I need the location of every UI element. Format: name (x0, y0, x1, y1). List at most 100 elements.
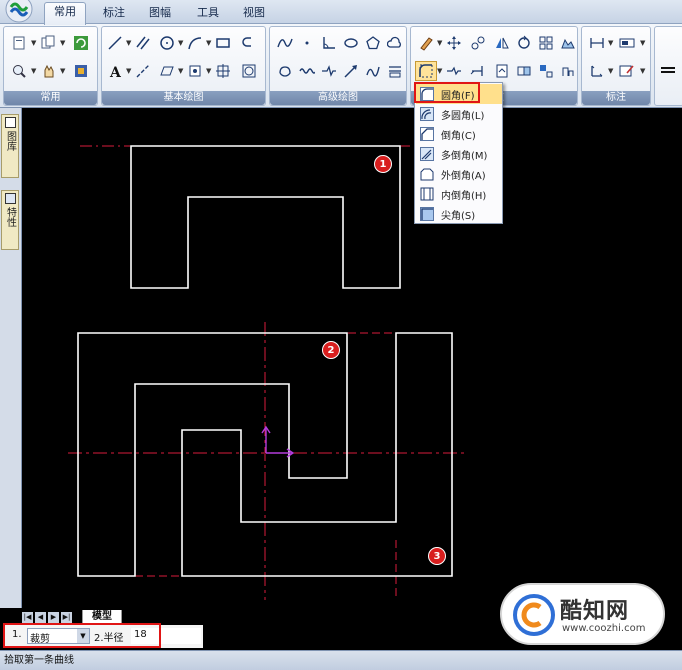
stretch-icon (517, 66, 531, 76)
dot-icon (305, 41, 309, 45)
copy-button[interactable] (467, 33, 489, 53)
align-button[interactable] (557, 61, 579, 81)
pentagon-button[interactable] (362, 33, 384, 53)
layer-button[interactable] (70, 61, 92, 81)
array-icon (539, 36, 553, 50)
extend-button[interactable] (467, 61, 489, 81)
tab-dimension[interactable]: 标注 (92, 4, 136, 24)
offset-curve-button[interactable] (238, 33, 260, 53)
parallel-button[interactable] (132, 33, 154, 53)
menu-item-outer-chamfer[interactable]: 外倒角(A) (416, 164, 502, 184)
edit-dim-button[interactable] (616, 61, 638, 81)
zoom-button[interactable] (8, 61, 30, 81)
coordinate-icon (591, 65, 603, 77)
scale-button[interactable] (557, 33, 579, 53)
library-icon (4, 117, 16, 128)
dimension-point-button[interactable] (184, 61, 206, 81)
point-tool-icon (189, 65, 201, 77)
double-line-button[interactable] (384, 61, 406, 81)
group-label-advanced-draw: 高级绘图 (270, 91, 406, 105)
menu-item-multi-chamfer[interactable]: 多倒角(M) (416, 144, 502, 164)
dimension-icon (590, 38, 604, 48)
crosshair-button[interactable] (212, 61, 234, 81)
offset-curve-icon (242, 37, 251, 47)
delete-button[interactable] (415, 33, 437, 53)
move-button[interactable] (443, 33, 465, 53)
crosshair-icon (216, 64, 230, 78)
circle-button[interactable] (156, 33, 178, 53)
side-tab-library[interactable]: 图库 (1, 114, 19, 178)
cloud-line-button[interactable] (384, 33, 406, 53)
point-button[interactable] (296, 33, 318, 53)
properties-icon (4, 193, 16, 204)
part-3-outline (181, 332, 453, 577)
side-tab-properties[interactable]: 特性 (1, 190, 19, 250)
angle-line-button[interactable] (318, 33, 340, 53)
sample-line-button[interactable] (362, 61, 384, 81)
group-label-common: 常用 (4, 91, 97, 105)
explode-button[interactable] (535, 61, 557, 81)
tab-frame[interactable]: 图幅 (138, 4, 182, 24)
prev-layout-icon[interactable]: ◀ (35, 612, 46, 623)
polygon-button[interactable] (238, 61, 260, 81)
app-logo-icon[interactable] (2, 0, 36, 24)
menu-item-outer-chamfer-label: 外倒角(A) (441, 170, 486, 182)
text-block-button[interactable] (616, 33, 638, 53)
trim-button[interactable] (443, 61, 465, 81)
ribbon-panel: ▼ ▼ ▼ ▼ 常用 ▼ ▼ ▼ A ▼ ▼ ▼ 基本绘图 高级绘图 ▼ ▼ ▼… (0, 24, 682, 108)
tab-view[interactable]: 视图 (232, 4, 276, 24)
layout-tab-model[interactable]: 模型 (82, 610, 122, 624)
arc-button[interactable] (184, 33, 206, 53)
group-label-annotate: 标注 (582, 91, 650, 105)
last-layout-icon[interactable]: ▶| (61, 612, 72, 623)
rectangle-icon (216, 38, 230, 48)
refresh-button[interactable] (70, 33, 92, 53)
menu-item-sharp-corner[interactable]: 尖角(S) (416, 204, 502, 224)
marker-2: 2 (322, 341, 340, 359)
fillet-dropdown-arrow[interactable]: ▼ (437, 67, 442, 75)
break-line-button[interactable] (318, 61, 340, 81)
spline-button[interactable] (274, 33, 296, 53)
copy-doc-button[interactable] (37, 33, 59, 53)
multi-fillet-icon (419, 106, 435, 122)
marker-1: 1 (374, 155, 392, 173)
text-button[interactable]: A (104, 61, 126, 81)
text-block-icon (619, 38, 635, 48)
polygon-icon (242, 64, 256, 78)
circle-icon (160, 36, 174, 50)
dimension-button[interactable] (586, 33, 608, 53)
pan-icon (44, 64, 54, 78)
hatch-button[interactable] (156, 61, 178, 81)
tab-tools[interactable]: 工具 (186, 4, 230, 24)
rotate-button[interactable] (513, 33, 535, 53)
hand-pan-button[interactable] (37, 61, 59, 81)
rectangle-button[interactable] (212, 33, 234, 53)
wave-line-button[interactable] (296, 61, 318, 81)
watermark-url: www.coozhi.com (562, 623, 646, 634)
ellipse-button[interactable] (340, 33, 362, 53)
line-button[interactable] (104, 33, 126, 53)
next-layout-icon[interactable]: ▶ (48, 612, 59, 623)
side-panel: 图库 特性 (0, 108, 22, 608)
side-tab-library-label: 图库 (4, 131, 16, 151)
coordinate-dim-button[interactable] (586, 61, 608, 81)
array-button[interactable] (535, 33, 557, 53)
fillet-split-button[interactable] (415, 61, 437, 81)
revision-cloud-button[interactable] (274, 61, 296, 81)
stretch-button[interactable] (513, 61, 535, 81)
arrow-button[interactable] (340, 61, 362, 81)
refresh-icon (74, 36, 88, 50)
menu-item-inner-chamfer[interactable]: 内倒角(H) (416, 184, 502, 204)
menu-item-chamfer[interactable]: 倒角(C) (416, 124, 502, 144)
layout-tab-strip: |◀ ◀ ▶ ▶| 模型 (22, 610, 222, 624)
drawing-canvas[interactable]: 1 2 3 (22, 108, 682, 610)
first-layout-icon[interactable]: |◀ (22, 612, 33, 623)
line-weight-button[interactable] (657, 61, 679, 81)
mirror-button[interactable] (491, 33, 513, 53)
menu-item-multi-fillet[interactable]: 多圆角(L) (416, 104, 502, 124)
pentagon-icon (366, 36, 380, 50)
centerline-button[interactable] (132, 61, 154, 81)
break-button[interactable] (491, 61, 513, 81)
tab-common[interactable]: 常用 (44, 2, 86, 25)
new-file-button[interactable] (8, 33, 30, 53)
